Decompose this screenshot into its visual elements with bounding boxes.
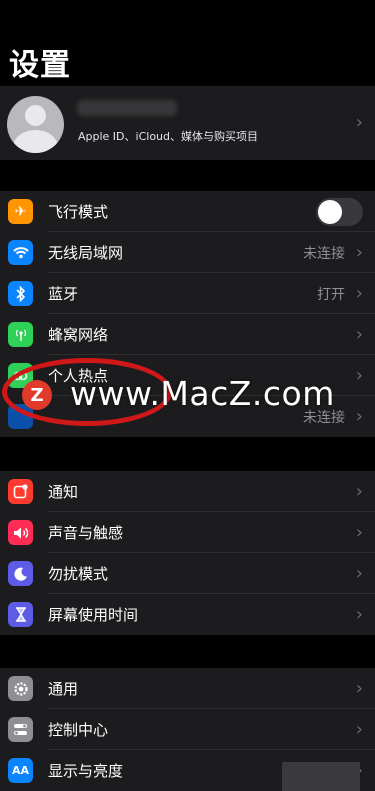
row-label: 飞行模式 — [48, 203, 109, 221]
row-label: 声音与触感 — [48, 524, 124, 542]
connectivity-group: ✈ 飞行模式 无线局域网 未连接 › 蓝牙 打开 › 蜂窝网络 › 个人热点 ›… — [0, 191, 375, 437]
chevron-right-icon: › — [355, 481, 363, 502]
airplane-mode-toggle[interactable] — [316, 197, 363, 226]
chevron-right-icon: › — [355, 283, 363, 304]
bluetooth-icon — [8, 281, 33, 306]
row-value: 打开 — [317, 286, 345, 303]
hourglass-icon — [8, 602, 33, 627]
settings-row-control-center[interactable]: 控制中心 › — [0, 709, 375, 750]
row-label: 屏幕使用时间 — [48, 606, 139, 624]
chevron-right-icon: › — [355, 406, 363, 427]
hotspot-icon — [8, 363, 33, 388]
settings-row-sounds[interactable]: 声音与触感 › — [0, 512, 375, 553]
notifications-icon — [8, 479, 33, 504]
chevron-right-icon: › — [355, 719, 363, 740]
airplane-icon: ✈ — [8, 199, 33, 224]
settings-row-bluetooth[interactable]: 蓝牙 打开 › — [0, 273, 375, 314]
chevron-right-icon: › — [355, 563, 363, 584]
row-label: 蜂窝网络 — [48, 326, 109, 344]
row-label: 无线局域网 — [48, 244, 124, 262]
notifications-group: 通知 › 声音与触感 › 勿扰模式 › 屏幕使用时间 › — [0, 471, 375, 635]
settings-row-general[interactable]: 通用 › — [0, 668, 375, 709]
chevron-right-icon: › — [355, 112, 363, 133]
settings-row-do-not-disturb[interactable]: 勿扰模式 › — [0, 553, 375, 594]
chevron-right-icon: › — [355, 604, 363, 625]
overlay-block — [282, 762, 360, 791]
apple-id-row[interactable]: Apple ID、iCloud、媒体与购买项目 › — [0, 86, 375, 160]
row-label: 通用 — [48, 680, 79, 698]
gear-icon — [8, 676, 33, 701]
vpn-icon — [8, 404, 33, 429]
row-label: 显示与亮度 — [48, 762, 124, 780]
wifi-icon — [8, 240, 33, 265]
settings-row-vpn[interactable]: 未连接 › — [0, 396, 375, 437]
chevron-right-icon: › — [355, 324, 363, 345]
chevron-right-icon: › — [355, 678, 363, 699]
settings-row-cellular[interactable]: 蜂窝网络 › — [0, 314, 375, 355]
row-label: 通知 — [48, 483, 79, 501]
page-title: 设置 — [9, 48, 71, 83]
row-value: 未连接 — [303, 409, 345, 426]
settings-row-screen-time[interactable]: 屏幕使用时间 › — [0, 594, 375, 635]
profile-subtitle: Apple ID、iCloud、媒体与购买项目 — [78, 130, 259, 143]
row-label: 勿扰模式 — [48, 565, 109, 583]
control-center-icon — [8, 717, 33, 742]
display-icon: AA — [8, 758, 33, 783]
row-label: 个人热点 — [48, 367, 109, 385]
chevron-right-icon: › — [355, 242, 363, 263]
settings-row-hotspot[interactable]: 个人热点 › — [0, 355, 375, 396]
sounds-icon — [8, 520, 33, 545]
settings-row-wifi[interactable]: 无线局域网 未连接 › — [0, 232, 375, 273]
chevron-right-icon: › — [355, 522, 363, 543]
profile-name-blurred — [77, 100, 177, 116]
cellular-icon — [8, 322, 33, 347]
moon-icon — [8, 561, 33, 586]
settings-row-notifications[interactable]: 通知 › — [0, 471, 375, 512]
avatar — [7, 96, 64, 153]
row-label: 控制中心 — [48, 721, 109, 739]
row-label: 蓝牙 — [48, 285, 79, 303]
row-value: 未连接 — [303, 245, 345, 262]
chevron-right-icon: › — [355, 365, 363, 386]
settings-row-airplane[interactable]: ✈ 飞行模式 — [0, 191, 375, 232]
